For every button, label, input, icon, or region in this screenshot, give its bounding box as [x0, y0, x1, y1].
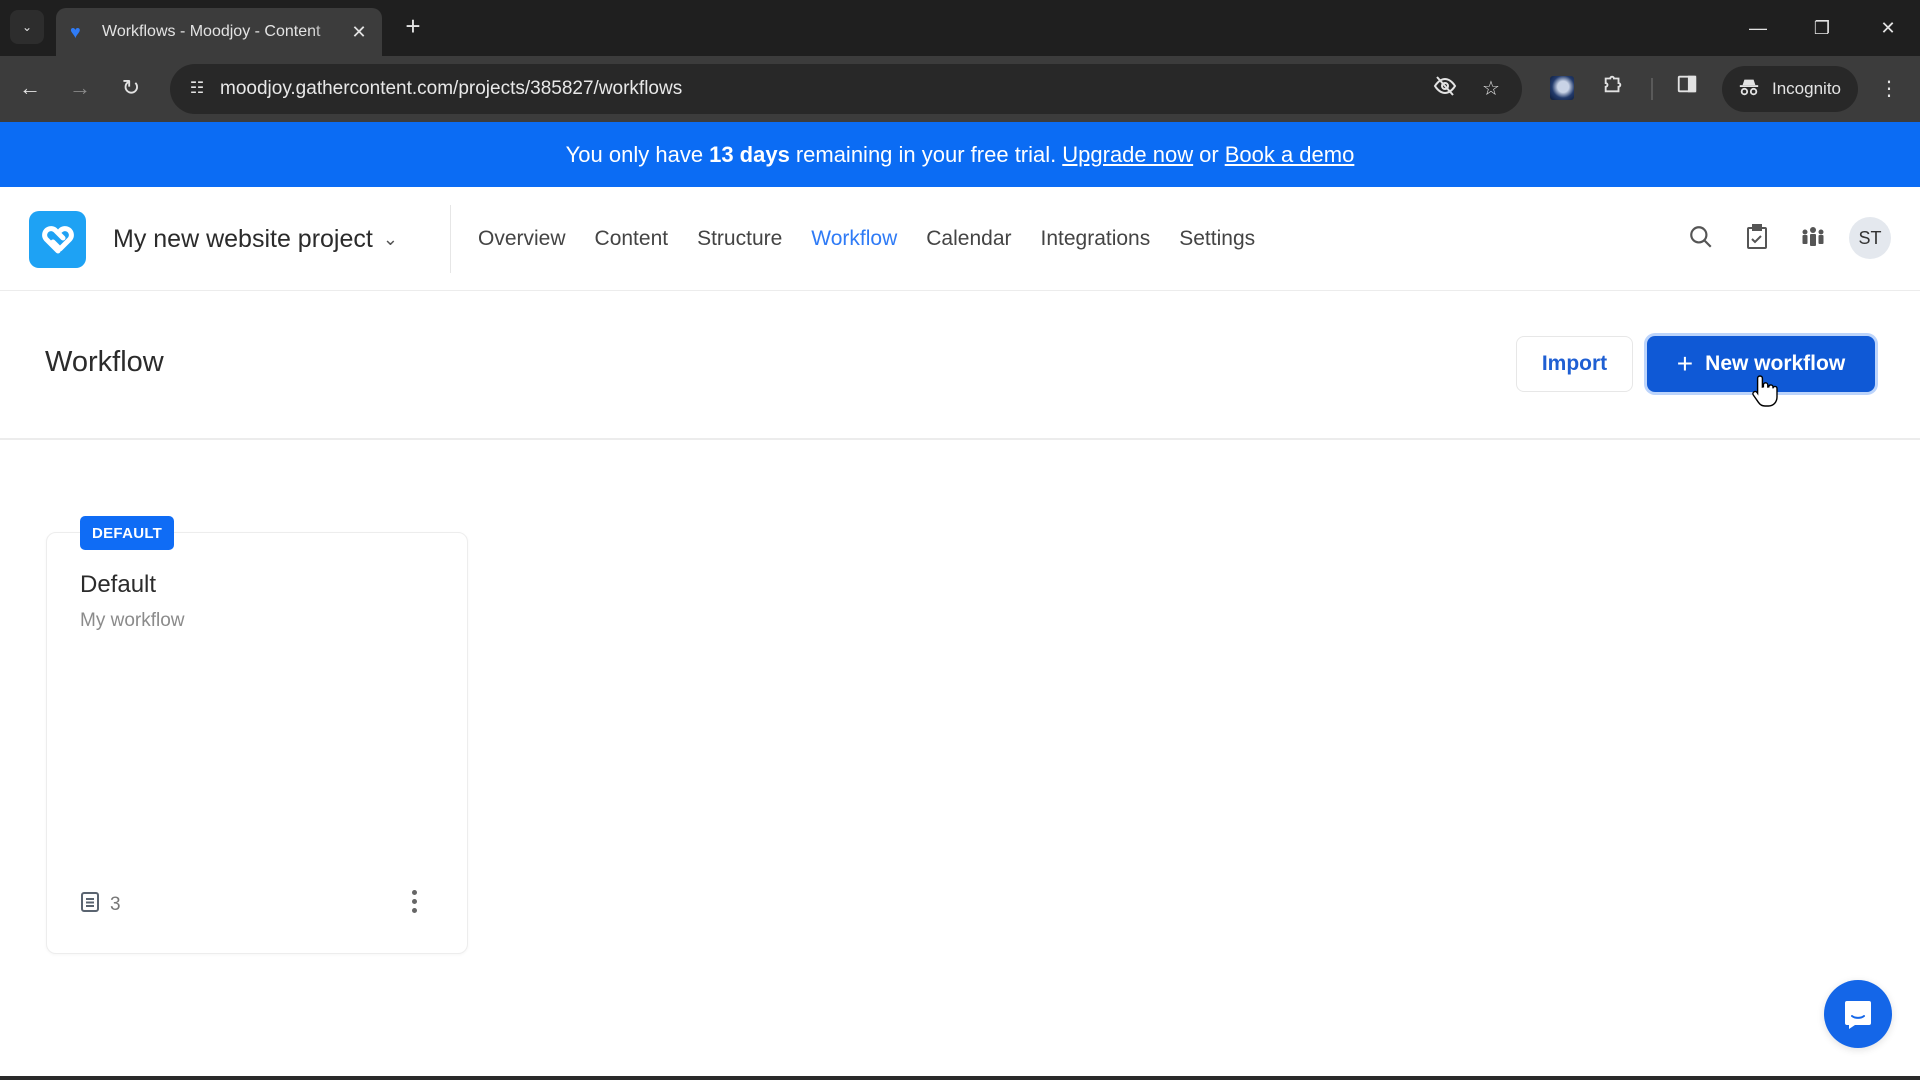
import-button[interactable]: Import [1516, 336, 1633, 392]
page-header: Workflow Import + New workflow [0, 291, 1920, 440]
header-divider [450, 205, 451, 273]
workflow-item-count: 3 [80, 891, 121, 919]
app-logo[interactable] [29, 211, 86, 268]
hand-cursor-icon [1752, 375, 1778, 407]
browser-tab-strip: ⌄ ♥ Workflows - Moodjoy - Content ✕ + — … [0, 0, 1920, 56]
plus-icon: + [1676, 348, 1694, 379]
book-demo-link[interactable]: Book a demo [1225, 142, 1355, 168]
nav-content[interactable]: Content [595, 227, 669, 251]
search-icon[interactable] [1681, 217, 1721, 257]
tab-title: Workflows - Moodjoy - Content [102, 23, 321, 40]
trial-banner: You only have 13 days remaining in your … [0, 122, 1920, 187]
page-title: Workflow [45, 346, 164, 378]
bottom-edge [0, 1076, 1920, 1080]
kebab-dot [411, 889, 417, 895]
tab-close-icon[interactable]: ✕ [348, 22, 370, 43]
bookmark-star-icon[interactable]: ☆ [1476, 74, 1506, 104]
tasks-icon[interactable] [1737, 217, 1777, 257]
user-avatar[interactable]: ST [1849, 217, 1891, 259]
banner-middle: remaining in your free trial. [795, 141, 1057, 167]
banner-prefix: You only have [565, 141, 704, 167]
forward-button[interactable]: → [62, 70, 98, 106]
kebab-dot [411, 907, 417, 913]
project-name: My new website project [113, 224, 373, 253]
workflow-card[interactable]: Default My workflow 3 [46, 532, 468, 954]
banner-days-remaining: 13 days [709, 141, 790, 167]
reload-button[interactable]: ↻ [113, 70, 149, 106]
incognito-indicator[interactable]: Incognito [1722, 66, 1858, 112]
nav-calendar[interactable]: Calendar [926, 227, 1011, 251]
workflow-menu-button[interactable] [399, 881, 429, 921]
project-nav: Overview Content Structure Workflow Cale… [478, 217, 1255, 261]
new-workflow-label: New workflow [1705, 352, 1846, 375]
url-text[interactable]: moodjoy.gathercontent.com/projects/38582… [220, 64, 682, 114]
nav-integrations[interactable]: Integrations [1041, 227, 1151, 251]
browser-toolbar: ← → ↻ ☷ moodjoy.gathercontent.com/projec… [0, 56, 1920, 122]
item-count: 3 [110, 894, 121, 915]
toolbar-divider [1651, 78, 1653, 100]
browser-menu-icon[interactable]: ⋮ [1872, 72, 1906, 106]
banner-or: or [1199, 141, 1219, 167]
browser-tab[interactable]: ♥ Workflows - Moodjoy - Content ✕ [56, 8, 382, 56]
nav-settings[interactable]: Settings [1179, 227, 1255, 251]
workflow-description: My workflow [80, 610, 185, 631]
document-list-icon [80, 891, 100, 919]
upgrade-now-link[interactable]: Upgrade now [1062, 142, 1193, 168]
chevron-down-icon: ⌄ [21, 20, 33, 34]
workflow-name: Default [80, 571, 157, 598]
eye-off-icon[interactable] [1430, 74, 1460, 104]
tab-search-button[interactable]: ⌄ [10, 10, 44, 44]
chevron-down-icon: ⌄ [382, 228, 398, 249]
incognito-label: Incognito [1772, 79, 1841, 98]
support-chat-button[interactable] [1824, 980, 1892, 1048]
minimize-button[interactable]: — [1730, 8, 1786, 48]
nav-structure[interactable]: Structure [697, 227, 782, 251]
chat-icon [1845, 1001, 1871, 1029]
back-button[interactable]: ← [12, 70, 48, 106]
new-tab-button[interactable]: + [398, 12, 428, 42]
app-header: My new website project ⌄ Overview Conten… [0, 187, 1920, 291]
extension-icon[interactable] [1550, 76, 1574, 100]
favicon-heart-icon: ♥ [70, 22, 81, 42]
site-info-icon[interactable]: ☷ [182, 74, 212, 104]
project-switcher[interactable]: My new website project ⌄ [113, 217, 398, 261]
extensions-puzzle-icon[interactable] [1596, 72, 1630, 106]
team-icon[interactable] [1793, 217, 1833, 257]
nav-workflow[interactable]: Workflow [811, 227, 897, 251]
default-badge: DEFAULT [80, 516, 175, 550]
restore-button[interactable]: ❐ [1794, 8, 1850, 48]
kebab-dot [411, 898, 417, 904]
address-bar[interactable]: ☷ moodjoy.gathercontent.com/projects/385… [170, 64, 1522, 114]
window-close-button[interactable]: ✕ [1860, 8, 1916, 48]
side-panel-icon[interactable] [1670, 72, 1704, 106]
nav-overview[interactable]: Overview [478, 227, 566, 251]
incognito-icon [1738, 76, 1760, 103]
